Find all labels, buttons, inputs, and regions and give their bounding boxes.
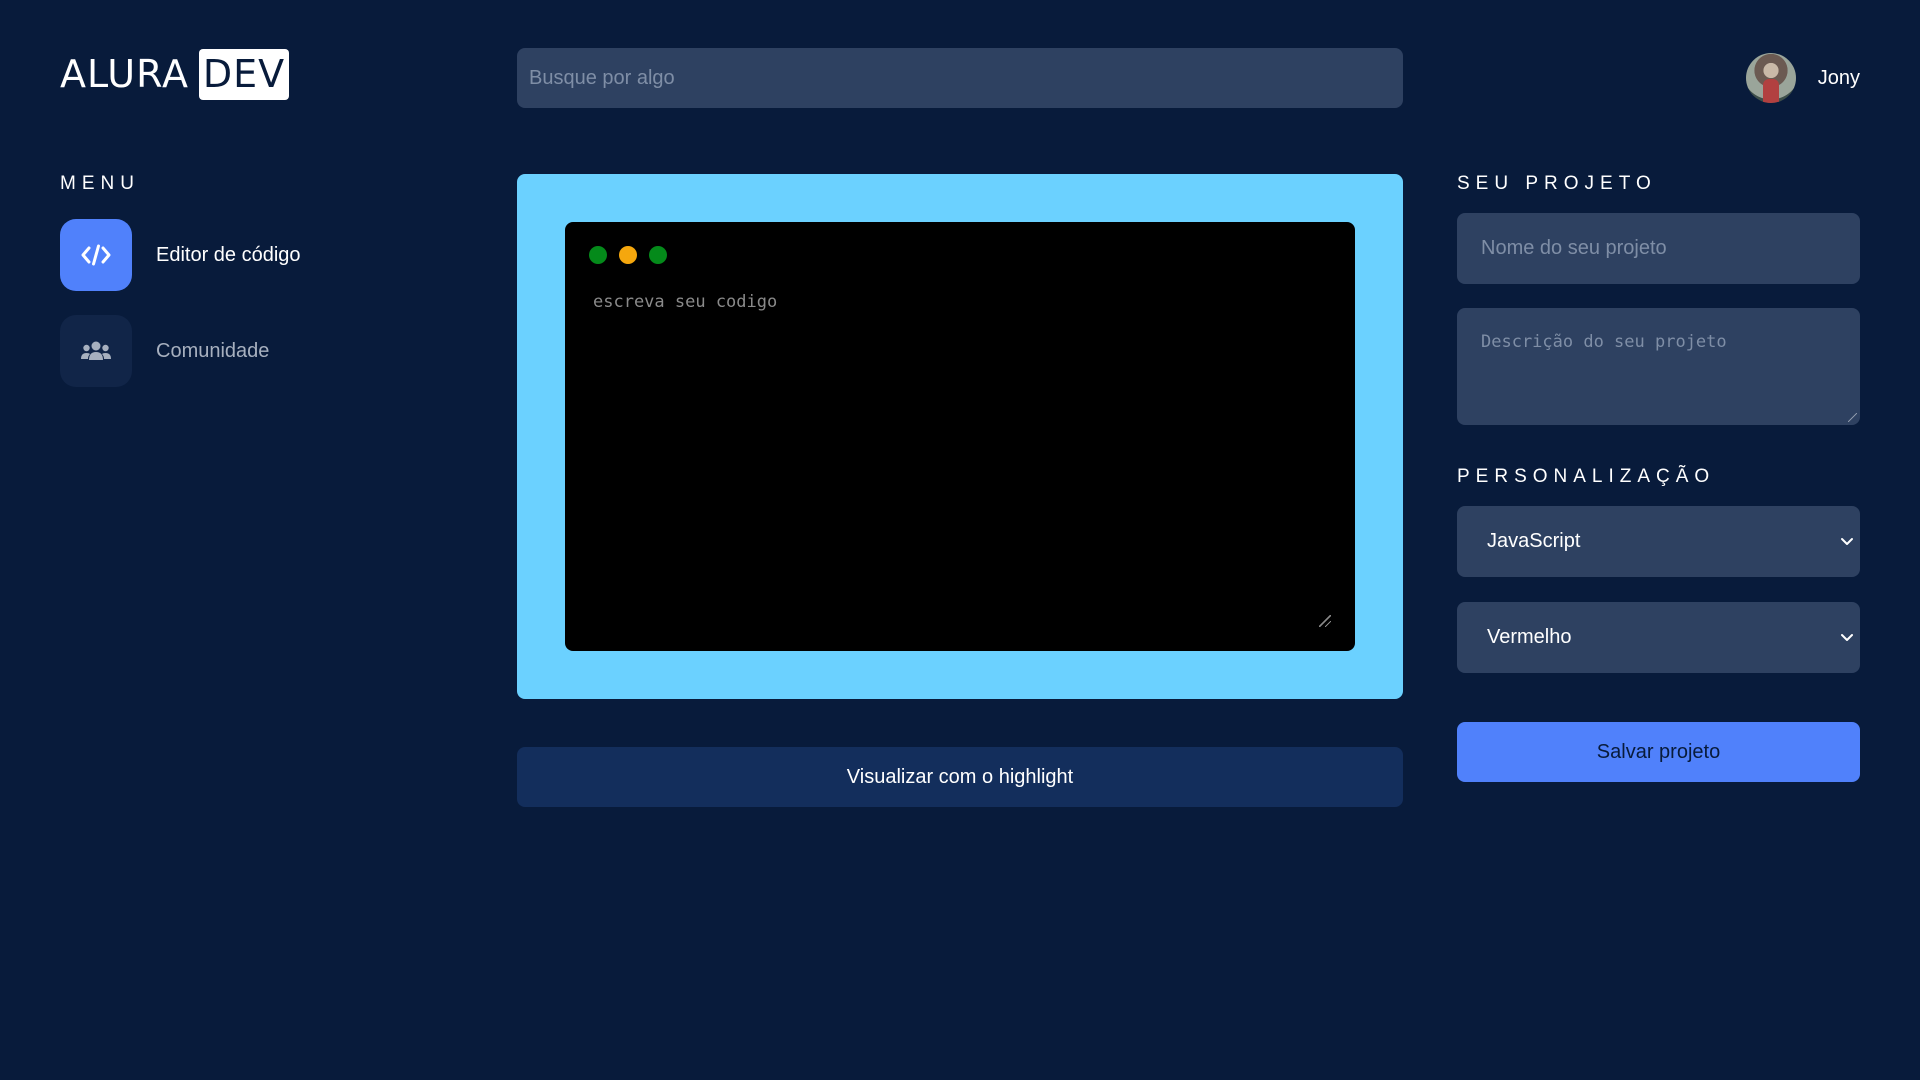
users-icon: [60, 315, 132, 387]
sidebar-item-label: Comunidade: [156, 339, 270, 362]
search-input[interactable]: [517, 48, 1403, 108]
resize-grip-icon[interactable]: [1319, 615, 1331, 627]
logo-badge: DEV: [198, 49, 289, 100]
language-select[interactable]: JavaScript: [1457, 506, 1860, 577]
chevron-down-icon: [1841, 537, 1853, 545]
view-highlight-button[interactable]: Visualizar com o highlight: [517, 747, 1403, 807]
user-profile[interactable]: Jony: [1745, 53, 1860, 103]
avatar[interactable]: [1745, 53, 1796, 103]
sidebar-item-community[interactable]: Comunidade: [60, 315, 269, 387]
code-icon: [60, 219, 132, 291]
code-input[interactable]: escreva seu codigo: [593, 292, 777, 312]
resize-grip-icon[interactable]: [1848, 413, 1857, 422]
app-page: ALURA DEV Jony MENU Editor de código: [0, 0, 1920, 1080]
project-title: SEU PROJETO: [1457, 173, 1657, 194]
chevron-down-icon: [1841, 633, 1853, 641]
project-name-field[interactable]: [1457, 213, 1860, 284]
language-select-value: JavaScript: [1487, 530, 1581, 552]
color-select[interactable]: Vermelho: [1457, 602, 1860, 673]
sidebar-item-code-editor[interactable]: Editor de código: [60, 219, 301, 291]
window-dot-green: [649, 246, 667, 264]
alura-dev-logo[interactable]: ALURA DEV: [60, 49, 289, 100]
save-project-button[interactable]: Salvar projeto: [1457, 722, 1860, 782]
window-dot-orange: [619, 246, 637, 264]
menu-title: MENU: [60, 173, 140, 194]
user-name: Jony: [1817, 66, 1860, 89]
logo-word: ALURA: [60, 52, 189, 96]
color-select-value: Vermelho: [1487, 626, 1572, 648]
sidebar-item-label: Editor de código: [156, 243, 301, 266]
project-description-field[interactable]: [1457, 308, 1860, 425]
code-editor-frame: escreva seu codigo: [517, 174, 1403, 699]
customization-title: PERSONALIZAÇÃO: [1457, 466, 1716, 487]
window-dot-green: [589, 246, 607, 264]
code-editor[interactable]: escreva seu codigo: [565, 222, 1355, 651]
